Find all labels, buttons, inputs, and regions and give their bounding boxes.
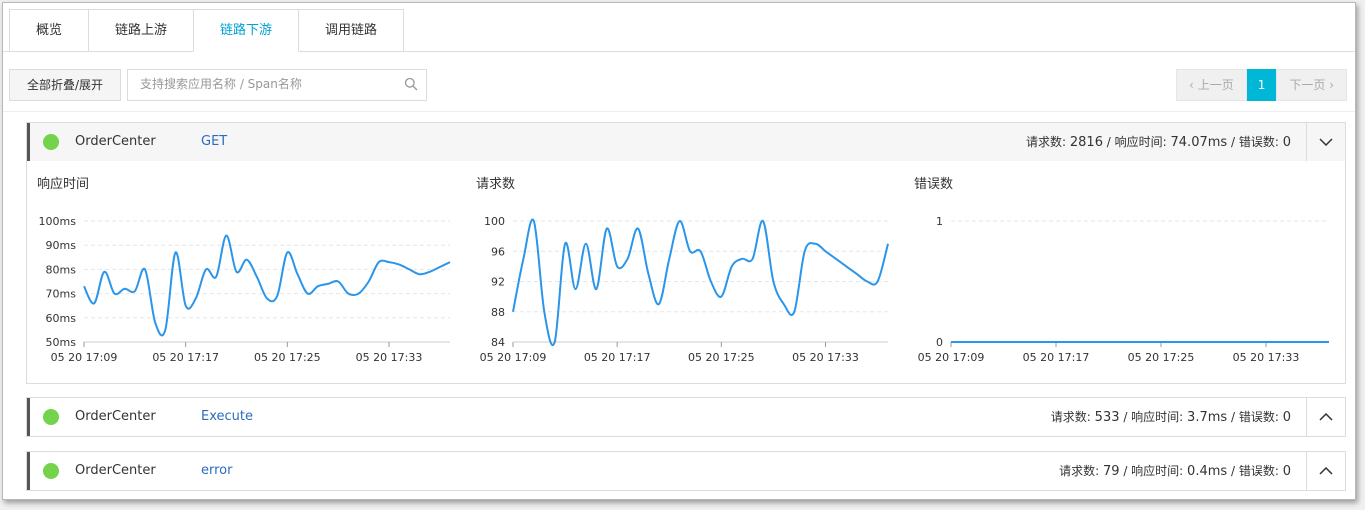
span-panel-error: OrderCenter error 请求数: 79 / 响应时间: 0.4ms … — [26, 451, 1346, 491]
y-tick-label: 70ms — [46, 288, 77, 301]
y-tick-label: 50ms — [46, 336, 77, 349]
chevron-left-icon: ‹ — [1189, 78, 1194, 92]
x-tick-label: 05 20 17:17 — [152, 351, 219, 364]
request-count-chart: 84 88 92 96 100 05 20 17:09 05 20 17:17 05 20 1… — [480, 215, 889, 364]
rt-label: 响应时间: — [1131, 410, 1184, 424]
next-page-button[interactable]: 下一页 › — [1276, 69, 1347, 101]
tab-downstream[interactable]: 链路下游 — [193, 9, 300, 52]
span-name[interactable]: error — [201, 452, 232, 490]
err-label: 错误数: — [1238, 410, 1279, 424]
page-number-current[interactable]: 1 — [1246, 69, 1277, 101]
expand-toggle-button[interactable] — [1306, 452, 1345, 490]
rt-value: 74.07ms — [1170, 135, 1228, 150]
x-tick-label: 05 20 17:25 — [254, 351, 321, 364]
y-tick-label: 100ms — [39, 215, 77, 228]
err-label: 错误数: — [1238, 464, 1279, 478]
app-name: OrderCenter — [75, 463, 156, 478]
span-stats: 请求数: 533 / 响应时间: 3.7ms / 错误数: 0 — [1050, 410, 1291, 425]
y-tick-label: 84 — [491, 336, 505, 349]
rt-value: 3.7ms — [1187, 410, 1228, 425]
response-time-chart: 50ms 60ms 70ms 80ms 90ms 100ms 05 20 17:09 05 2… — [39, 215, 451, 364]
span-stats: 请求数: 79 / 响应时间: 0.4ms / 错误数: 0 — [1059, 464, 1291, 479]
span-name[interactable]: Execute — [201, 398, 253, 436]
y-tick-label: 80ms — [46, 263, 77, 276]
chevron-up-icon — [1319, 467, 1333, 475]
y-tick-label: 60ms — [46, 312, 77, 325]
x-tick-label: 05 20 17:09 — [51, 351, 118, 364]
collapse-toggle-button[interactable] — [1306, 123, 1345, 161]
collapse-expand-all-button[interactable]: 全部折叠/展开 — [9, 69, 121, 101]
y-tick-label: 1 — [936, 215, 943, 228]
req-value: 533 — [1094, 410, 1120, 425]
toolbar-divider — [3, 111, 1355, 112]
pagination: ‹ 上一页 1 下一页 › — [1176, 69, 1347, 101]
chart-title-rt: 响应时间 — [37, 177, 90, 192]
span-name[interactable]: GET — [201, 123, 227, 161]
x-tick-label: 05 20 17:25 — [1128, 351, 1195, 364]
y-tick-label: 90ms — [46, 239, 77, 252]
req-label: 请求数: — [1059, 464, 1100, 478]
app-name: OrderCenter — [75, 134, 156, 149]
chart-title-req: 请求数 — [476, 177, 516, 192]
y-tick-label: 0 — [936, 336, 943, 349]
prev-page-label: 上一页 — [1197, 78, 1234, 92]
req-value: 2816 — [1069, 135, 1103, 150]
chevron-up-icon — [1319, 413, 1333, 421]
y-tick-label: 96 — [491, 245, 505, 258]
search-icon[interactable] — [404, 77, 418, 91]
span-panel-get: OrderCenter GET 请求数: 2816 / 响应时间: 74.07m… — [26, 122, 1346, 384]
charts-area: 响应时间 请求数 错误数 50ms 60ms 70ms 80ms 90ms 100ms 05… — [27, 161, 1345, 381]
req-value: 79 — [1102, 464, 1120, 479]
app-window: 概览 链路上游 链路下游 调用链路 全部折叠/展开 ‹ 上一页 1 下一页 › … — [2, 2, 1356, 500]
series-line — [512, 218, 889, 346]
next-page-label: 下一页 — [1289, 78, 1326, 92]
req-label: 请求数: — [1050, 410, 1091, 424]
x-tick-label: 05 20 17:33 — [356, 351, 423, 364]
chevron-right-icon: › — [1329, 78, 1334, 92]
expand-toggle-button[interactable] — [1306, 398, 1345, 436]
series-line — [83, 234, 451, 337]
x-tick-label: 05 20 17:25 — [688, 351, 755, 364]
prev-page-button[interactable]: ‹ 上一页 — [1176, 69, 1247, 101]
rt-label: 响应时间: — [1131, 464, 1184, 478]
status-ok-icon — [43, 409, 59, 425]
err-value: 0 — [1282, 464, 1291, 479]
tab-bar: 概览 链路上游 链路下游 调用链路 — [9, 9, 405, 52]
chart-title-err: 错误数 — [914, 177, 954, 192]
y-tick-label: 100 — [484, 215, 505, 228]
x-tick-label: 05 20 17:17 — [1023, 351, 1090, 364]
x-tick-label: 05 20 17:17 — [584, 351, 651, 364]
app-name: OrderCenter — [75, 409, 156, 424]
x-tick-label: 05 20 17:33 — [792, 351, 859, 364]
chevron-down-icon — [1319, 138, 1333, 146]
err-value: 0 — [1282, 135, 1291, 150]
span-panel-header[interactable]: OrderCenter Execute 请求数: 533 / 响应时间: 3.7… — [27, 398, 1345, 436]
err-label: 错误数: — [1238, 135, 1279, 149]
y-tick-label: 92 — [491, 276, 505, 289]
rt-label: 响应时间: — [1114, 135, 1167, 149]
span-panel-header[interactable]: OrderCenter GET 请求数: 2816 / 响应时间: 74.07m… — [27, 123, 1345, 161]
span-stats: 请求数: 2816 / 响应时间: 74.07ms / 错误数: 0 — [1026, 135, 1291, 150]
span-panel-header[interactable]: OrderCenter error 请求数: 79 / 响应时间: 0.4ms … — [27, 452, 1345, 490]
status-ok-icon — [43, 134, 59, 150]
tab-call-chain[interactable]: 调用链路 — [298, 9, 405, 51]
x-tick-label: 05 20 17:09 — [480, 351, 547, 364]
search-box — [127, 69, 427, 101]
x-tick-label: 05 20 17:33 — [1233, 351, 1300, 364]
y-tick-label: 88 — [491, 306, 505, 319]
err-value: 0 — [1282, 410, 1291, 425]
rt-value: 0.4ms — [1187, 464, 1228, 479]
error-count-chart: 0 1 05 20 17:09 05 20 17:17 05 20 17:25 05 20… — [918, 215, 1329, 364]
search-input[interactable] — [128, 70, 400, 98]
span-panel-execute: OrderCenter Execute 请求数: 533 / 响应时间: 3.7… — [26, 397, 1346, 437]
status-ok-icon — [43, 463, 59, 479]
tab-upstream[interactable]: 链路上游 — [88, 9, 195, 51]
x-tick-label: 05 20 17:09 — [918, 351, 985, 364]
req-label: 请求数: — [1026, 135, 1067, 149]
tab-overview[interactable]: 概览 — [9, 9, 90, 51]
